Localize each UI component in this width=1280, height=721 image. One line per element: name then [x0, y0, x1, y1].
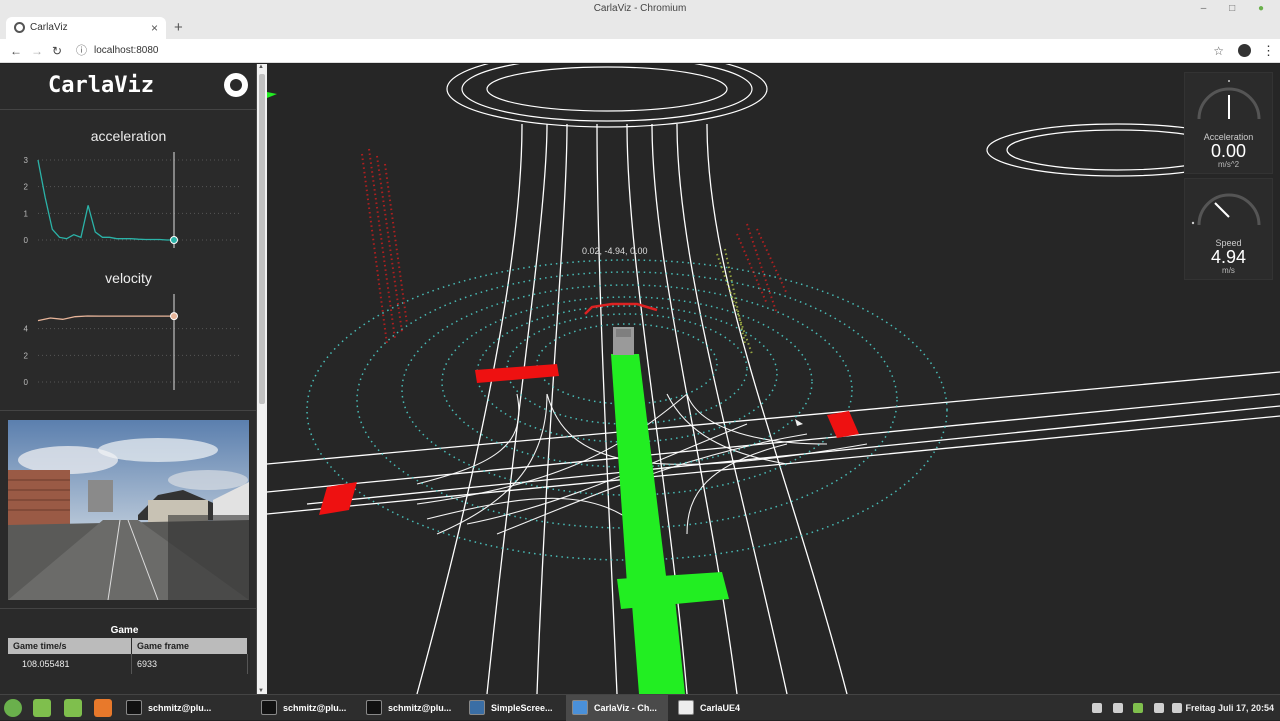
back-icon[interactable]: ← [10, 39, 22, 63]
acceleration-gauge [1197, 80, 1261, 120]
scene-canvas[interactable] [267, 64, 1280, 694]
velocity-tick-label: 2 [24, 351, 29, 360]
acceleration-tick-label: 1 [24, 209, 29, 218]
scroll-thumb[interactable] [259, 74, 265, 404]
acceleration-tick-label: 2 [24, 183, 29, 192]
sidebar: CarlaViz acceleration 0 1 2 3 velocity 0 2 4 [0, 64, 257, 694]
game-frame-value: 6933 [131, 654, 249, 674]
acceleration-value: 0.00 [1210, 141, 1247, 161]
taskbar: schmitz@plu... schmitz@plu... schmitz@plu.… [0, 694, 1280, 721]
url-text: localhost:8080 [94, 45, 159, 56]
game-frame-header: Game frame [131, 638, 249, 654]
window-titlebar: CarlaViz - Chromium – □ ● [0, 0, 1280, 17]
shield-icon[interactable] [1133, 703, 1143, 713]
speed-meter: Speed 4.94 m/s [1184, 178, 1273, 280]
window-controls[interactable]: – □ ● [1201, 0, 1274, 17]
divider [0, 608, 256, 609]
info-icon[interactable]: ⓘ [76, 42, 87, 60]
mint-menu-icon[interactable] [4, 699, 22, 717]
taskbar-item-label: schmitz@plu... [388, 703, 452, 713]
speed-unit: m/s [1222, 266, 1235, 275]
game-table: Game time/s Game frame 108.055481 6933 [8, 638, 249, 674]
browser-menu-icon[interactable]: ⋮ [1262, 39, 1275, 63]
folder-icon[interactable] [64, 699, 82, 717]
profile-avatar-icon[interactable] [1238, 44, 1251, 57]
taskbar-item-label: CarlaUE4 [700, 703, 741, 713]
taskbar-item-label: SimpleScree... [491, 703, 553, 713]
game-section-title: Game [110, 625, 139, 636]
scroll-up-icon[interactable]: ▲ [258, 64, 264, 70]
globe-icon [14, 22, 25, 33]
acceleration-cursor-point [170, 236, 178, 244]
browser-toolbar: ← → ↻ ⓘ localhost:8080 ☆ ⋮ [0, 39, 1280, 63]
address-bar[interactable]: ⓘ localhost:8080 ☆ [70, 42, 1230, 60]
acceleration-chart-title: acceleration [90, 128, 167, 144]
taskbar-item-label: schmitz@plu... [148, 703, 212, 713]
acceleration-series-line [37, 159, 174, 241]
game-time-header: Game time/s [8, 638, 132, 654]
acceleration-meter: Acceleration 0.00 m/s^2 [1184, 72, 1273, 174]
network-icon[interactable] [1154, 703, 1164, 713]
volume-icon[interactable] [1172, 703, 1182, 713]
position-readout: 0.02, -4.94, 0.00 [582, 246, 648, 256]
speed-value: 4.94 [1210, 247, 1247, 267]
taskbar-item-label: CarlaViz - Ch... [594, 703, 657, 713]
tab-title: CarlaViz [30, 22, 68, 33]
acceleration-chart: 0 1 2 3 [24, 152, 242, 248]
bookmark-star-icon[interactable]: ☆ [1213, 42, 1224, 60]
app-title: CarlaViz [48, 73, 154, 98]
close-tab-icon[interactable]: × [151, 17, 158, 39]
github-icon[interactable] [224, 73, 248, 97]
close-window-icon[interactable]: ● [1258, 3, 1274, 14]
tab-strip: CarlaViz × + [0, 17, 1280, 39]
bluetooth-icon[interactable] [1113, 703, 1123, 713]
firefox-icon[interactable] [94, 699, 112, 717]
sidebar-header: CarlaViz [0, 64, 256, 110]
velocity-tick-label: 0 [24, 378, 29, 387]
taskbar-item[interactable]: schmitz@plu... [120, 695, 250, 721]
window-title: CarlaViz - Chromium [593, 3, 687, 14]
forward-icon[interactable]: → [31, 39, 43, 63]
velocity-series-line [37, 315, 174, 322]
terminal-icon [126, 700, 142, 715]
sidebar-scrollbar[interactable]: ▲ ▼ [257, 64, 267, 694]
velocity-chart: 0 2 4 [24, 294, 242, 390]
reload-icon[interactable]: ↻ [52, 39, 62, 63]
clock[interactable]: Freitag Juli 17, 20:54 [1185, 695, 1274, 721]
taskbar-item[interactable]: schmitz@plu... [255, 695, 355, 721]
acceleration-tick-label: 3 [24, 156, 29, 165]
camera-icon [469, 700, 485, 715]
taskbar-item-label: schmitz@plu... [283, 703, 347, 713]
taskbar-item[interactable]: CarlaViz - Ch... [566, 695, 668, 721]
divider [0, 410, 256, 411]
camera-tray-icon[interactable] [1092, 703, 1102, 713]
gear-icon [678, 700, 694, 715]
camera-view-image [8, 420, 249, 600]
scene-viewport[interactable]: 0.02, -4.94, 0.00 [267, 64, 1280, 694]
files-icon[interactable] [33, 699, 51, 717]
terminal-icon [261, 700, 277, 715]
new-tab-button[interactable]: + [174, 17, 183, 39]
taskbar-item[interactable]: schmitz@plu... [360, 695, 460, 721]
taskbar-item[interactable]: CarlaUE4 [672, 695, 762, 721]
browser-tab-carlaviz[interactable]: CarlaViz × [6, 17, 166, 39]
acceleration-unit: m/s^2 [1217, 160, 1240, 169]
speed-gauge [1191, 193, 1261, 226]
game-time-value: 108.055481 [8, 654, 132, 674]
chromium-icon [572, 700, 588, 715]
acceleration-tick-label: 0 [24, 236, 29, 245]
velocity-cursor-point [170, 312, 178, 321]
terminal-icon [366, 700, 382, 715]
velocity-chart-title: velocity [105, 270, 152, 286]
velocity-tick-label: 4 [24, 325, 29, 334]
taskbar-item[interactable]: SimpleScree... [463, 695, 563, 721]
